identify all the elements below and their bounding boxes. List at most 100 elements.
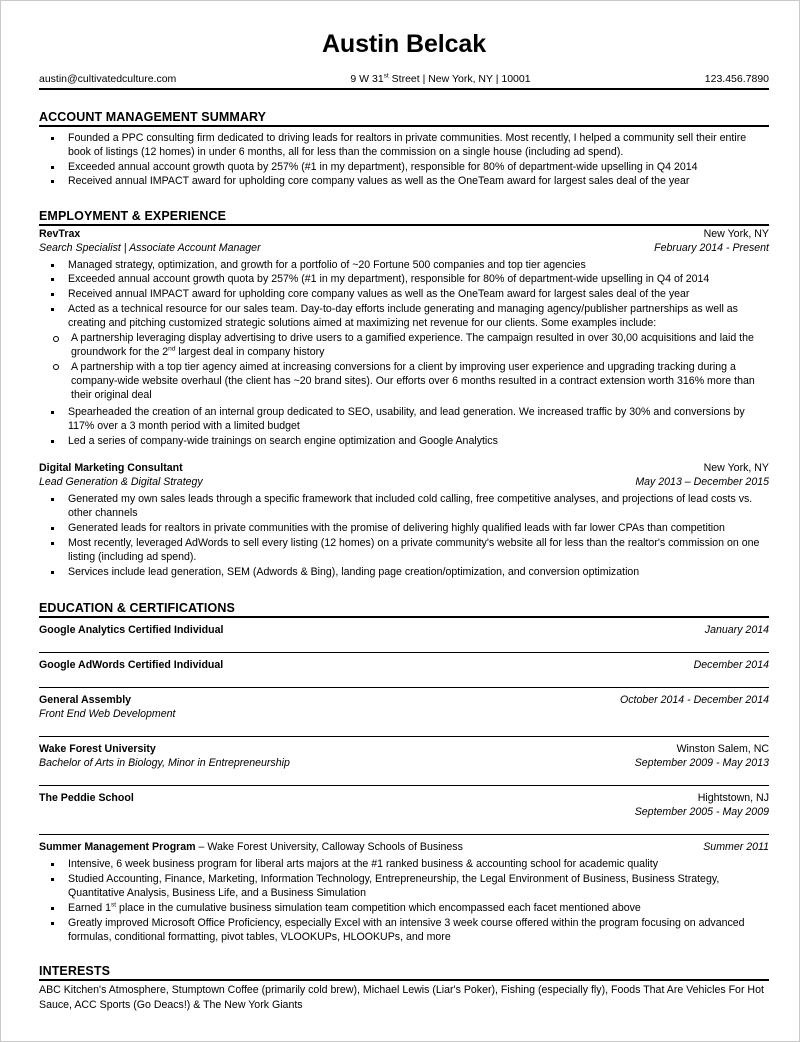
program-bullet-list: Intensive, 6 week business program for l… <box>39 857 769 944</box>
program-affiliation: – Wake Forest University, Calloway Schoo… <box>198 840 463 853</box>
job-title: Search Specialist | Associate Account Ma… <box>39 241 261 254</box>
job-org-row: Digital Marketing Consultant New York, N… <box>39 462 769 476</box>
job-org-row: RevTrax New York, NY <box>39 228 769 242</box>
job-bullet-list-continued: Spearheaded the creation of an internal … <box>39 405 769 448</box>
list-item: Most recently, leveraged AdWords to sell… <box>39 536 769 565</box>
education-dates: September 2005 - May 2009 <box>634 805 769 818</box>
contact-address: 9 W 31st Street | New York, NY | 10001 <box>273 72 609 85</box>
education-organization: Wake Forest University <box>39 743 156 756</box>
employment-heading: EMPLOYMENT & EXPERIENCE <box>39 209 769 226</box>
summary-bullet-list: Founded a PPC consulting firm dedicated … <box>39 131 769 189</box>
list-item: Earned 1st place in the cumulative busin… <box>39 901 769 915</box>
list-item: Generated leads for realtors in private … <box>39 521 769 535</box>
job-sub-bullet-list: A partnership leveraging display adverti… <box>39 331 769 402</box>
list-item: Services include lead generation, SEM (A… <box>39 565 769 579</box>
job-dates: May 2013 – December 2015 <box>635 475 769 488</box>
education-dates: September 2009 - May 2013 <box>634 757 769 770</box>
education-organization: Google Analytics Certified Individual <box>39 624 224 637</box>
education-org-row: Google Analytics Certified Individual Ja… <box>39 624 769 638</box>
education-role-row: Front End Web Development <box>39 708 769 722</box>
education-entry-google-analytics: Google Analytics Certified Individual Ja… <box>39 620 769 652</box>
bullet-pre: Earned 1 <box>68 901 111 914</box>
program-dates: Summer 2011 <box>703 840 769 853</box>
contact-bar: austin@cultivatedculture.com 9 W 31st St… <box>39 72 769 90</box>
education-role-row: Bachelor of Arts in Biology, Minor in En… <box>39 757 769 771</box>
contact-phone[interactable]: 123.456.7890 <box>608 73 769 85</box>
education-entry-general-assembly: General Assembly October 2014 - December… <box>39 687 769 736</box>
list-item: Generated my own sales leads through a s… <box>39 492 769 521</box>
list-item: Led a series of company-wide trainings o… <box>39 434 769 448</box>
education-org-row: The Peddie School Hightstown, NJ <box>39 792 769 806</box>
education-entry-summer-management-program: Summer Management Program – Wake Forest … <box>39 833 769 944</box>
list-item: A partnership leveraging display adverti… <box>39 331 769 360</box>
education-dates: December 2014 <box>693 659 769 672</box>
education-organization: Google AdWords Certified Individual <box>39 659 224 672</box>
list-item: Intensive, 6 week business program for l… <box>39 857 769 871</box>
interests-heading: INTERESTS <box>39 964 769 982</box>
education-dates: October 2014 - December 2014 <box>620 694 769 707</box>
education-location: Winston Salem, NC <box>676 743 769 756</box>
list-item: Received annual IMPACT award for upholdi… <box>39 287 769 301</box>
job-location: New York, NY <box>703 461 769 474</box>
education-org-row: Google AdWords Certified Individual Dece… <box>39 659 769 673</box>
sub-bullet-pre: A partnership with a top tier agency aim… <box>71 360 755 402</box>
education-organization: The Peddie School <box>39 792 134 805</box>
list-item: Exceeded annual account growth quota by … <box>39 160 769 174</box>
job-entry-revtrax: RevTrax New York, NY Search Specialist |… <box>39 228 769 448</box>
education-org-row: General Assembly October 2014 - December… <box>39 694 769 708</box>
summary-heading: ACCOUNT MANAGEMENT SUMMARY <box>39 110 769 127</box>
bullet-pre: Studied Accounting, Finance, Marketing, … <box>68 872 720 900</box>
education-organization: General Assembly <box>39 694 132 707</box>
list-item: Managed strategy, optimization, and grow… <box>39 258 769 272</box>
education-dates: January 2014 <box>704 624 769 637</box>
address-pre: 9 W 31 <box>350 72 384 85</box>
interests-body: ABC Kitchen's Atmosphere, Stumptown Coff… <box>39 984 764 1011</box>
education-location: Hightstown, NJ <box>697 792 769 805</box>
bullet-post: place in the cumulative business simulat… <box>116 901 641 914</box>
bullet-pre: Intensive, 6 week business program for l… <box>68 857 659 870</box>
job-entry-consultant: Digital Marketing Consultant New York, N… <box>39 462 769 579</box>
resume-page: Austin Belcak austin@cultivatedculture.c… <box>0 0 800 1042</box>
education-entry-peddie-school: The Peddie School Hightstown, NJ Septemb… <box>39 785 769 834</box>
sub-bullet-post: largest deal in company history <box>175 346 325 359</box>
section-interests: INTERESTS ABC Kitchen's Atmosphere, Stum… <box>39 964 769 1012</box>
list-item: Acted as a technical resource for our sa… <box>39 302 769 331</box>
job-location: New York, NY <box>703 227 769 240</box>
education-heading: EDUCATION & CERTIFICATIONS <box>39 601 769 619</box>
program-title: Summer Management Program – Wake Forest … <box>39 841 473 855</box>
list-item: Founded a PPC consulting firm dedicated … <box>39 131 769 160</box>
list-item: Greatly improved Microsoft Office Profic… <box>39 916 769 945</box>
education-entry-google-adwords: Google AdWords Certified Individual Dece… <box>39 652 769 687</box>
candidate-name: Austin Belcak <box>321 30 487 58</box>
education-entry-wake-forest: Wake Forest University Winston Salem, NC… <box>39 736 769 785</box>
program-name: Summer Management Program <box>39 840 199 853</box>
job-title: Lead Generation & Digital Strategy <box>39 475 203 488</box>
job-role-row: Lead Generation & Digital Strategy May 2… <box>39 476 769 490</box>
section-education: EDUCATION & CERTIFICATIONS Google Analyt… <box>39 601 769 944</box>
education-org-row: Wake Forest University Winston Salem, NC <box>39 743 769 757</box>
job-bullet-list: Managed strategy, optimization, and grow… <box>39 258 769 331</box>
job-organization: RevTrax <box>39 227 81 240</box>
education-role-row: September 2005 - May 2009 <box>39 806 769 820</box>
list-item: Studied Accounting, Finance, Marketing, … <box>39 872 769 901</box>
education-degree: Bachelor of Arts in Biology, Minor in En… <box>39 757 290 770</box>
job-role-row: Search Specialist | Associate Account Ma… <box>39 242 769 256</box>
education-program: Front End Web Development <box>39 708 176 721</box>
address-post: Street | New York, NY | 10001 <box>388 72 531 85</box>
bullet-pre: Greatly improved Microsoft Office Profic… <box>68 916 745 943</box>
job-dates: February 2014 - Present <box>654 241 769 254</box>
list-item: Received annual IMPACT award for upholdi… <box>39 174 769 188</box>
section-summary: ACCOUNT MANAGEMENT SUMMARY Founded a PPC… <box>39 110 769 189</box>
section-employment: EMPLOYMENT & EXPERIENCE RevTrax New York… <box>39 209 769 580</box>
list-item: A partnership with a top tier agency aim… <box>39 360 769 403</box>
program-title-row: Summer Management Program – Wake Forest … <box>39 841 769 855</box>
job-bullet-list: Generated my own sales leads through a s… <box>39 492 769 579</box>
contact-email[interactable]: austin@cultivatedculture.com <box>39 73 273 85</box>
job-organization: Digital Marketing Consultant <box>39 461 183 474</box>
list-item: Spearheaded the creation of an internal … <box>39 405 769 434</box>
